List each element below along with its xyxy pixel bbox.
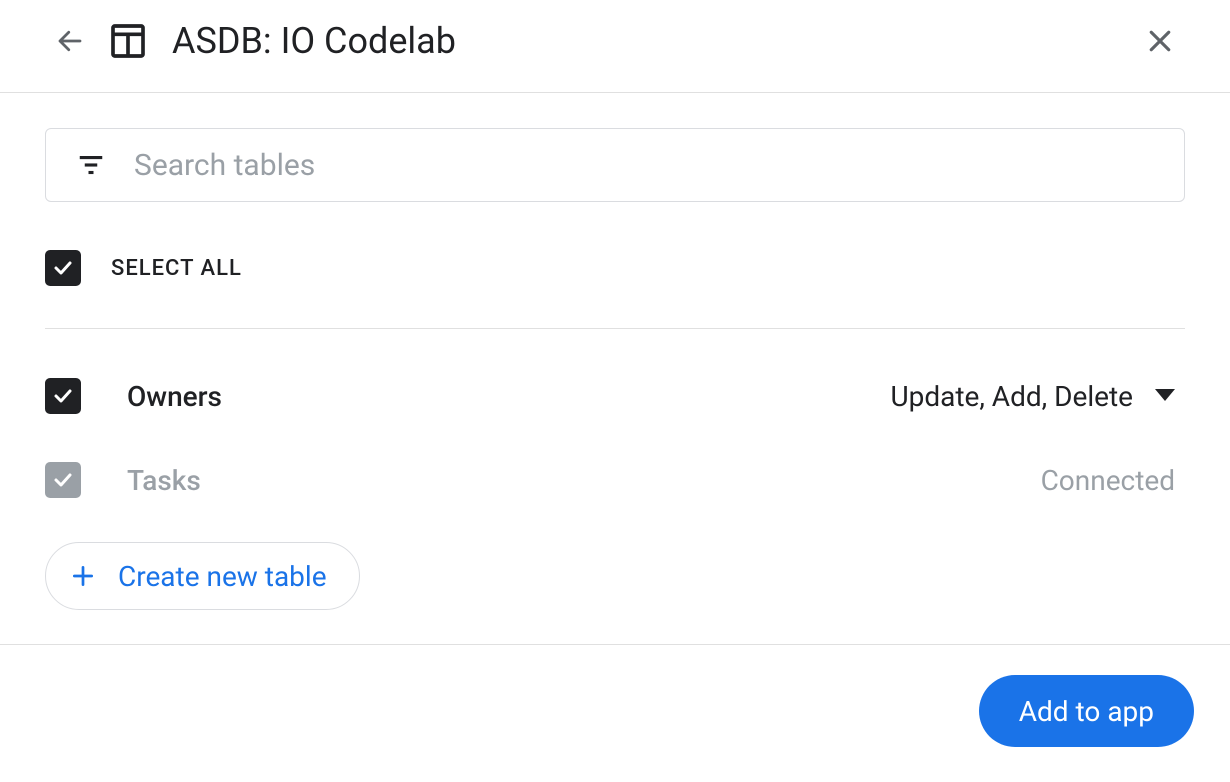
caret-down-icon — [1155, 389, 1175, 403]
table-list: Owners Update, Add, Delete Tasks Connect… — [45, 354, 1185, 522]
close-icon — [1145, 26, 1175, 56]
page-title: ASDB: IO Codelab — [172, 20, 456, 62]
header: ASDB: IO Codelab — [0, 0, 1230, 93]
select-all-row: SELECT ALL — [45, 250, 1185, 329]
search-container — [45, 128, 1185, 202]
table-status: Connected — [1041, 464, 1185, 497]
create-new-table-button[interactable]: Create new table — [45, 542, 360, 610]
table-checkbox-owners[interactable] — [45, 378, 81, 414]
back-button[interactable] — [50, 21, 90, 61]
table-name-label: Tasks — [127, 464, 201, 497]
table-row: Tasks Connected — [45, 438, 1185, 522]
table-status-label: Update, Add, Delete — [890, 380, 1133, 413]
table-name-label: Owners — [127, 380, 222, 413]
select-all-label: SELECT ALL — [111, 256, 242, 281]
select-all-checkbox[interactable] — [45, 250, 81, 286]
table-permissions-dropdown[interactable]: Update, Add, Delete — [890, 380, 1185, 413]
add-to-app-button[interactable]: Add to app — [979, 675, 1194, 747]
content-area: SELECT ALL Owners Update, Add, Delete — [0, 93, 1230, 610]
check-icon — [51, 468, 75, 492]
close-button[interactable] — [1140, 21, 1180, 61]
table-status-label: Connected — [1041, 464, 1175, 497]
filter-icon — [76, 150, 106, 180]
table-checkbox-tasks — [45, 462, 81, 498]
plus-icon — [70, 563, 96, 589]
create-table-label: Create new table — [118, 560, 327, 593]
check-icon — [51, 256, 75, 280]
table-row: Owners Update, Add, Delete — [45, 354, 1185, 438]
arrow-left-icon — [55, 26, 85, 56]
search-input[interactable] — [134, 148, 1154, 183]
footer: Add to app — [0, 645, 1230, 747]
check-icon — [51, 384, 75, 408]
database-icon — [108, 21, 148, 61]
